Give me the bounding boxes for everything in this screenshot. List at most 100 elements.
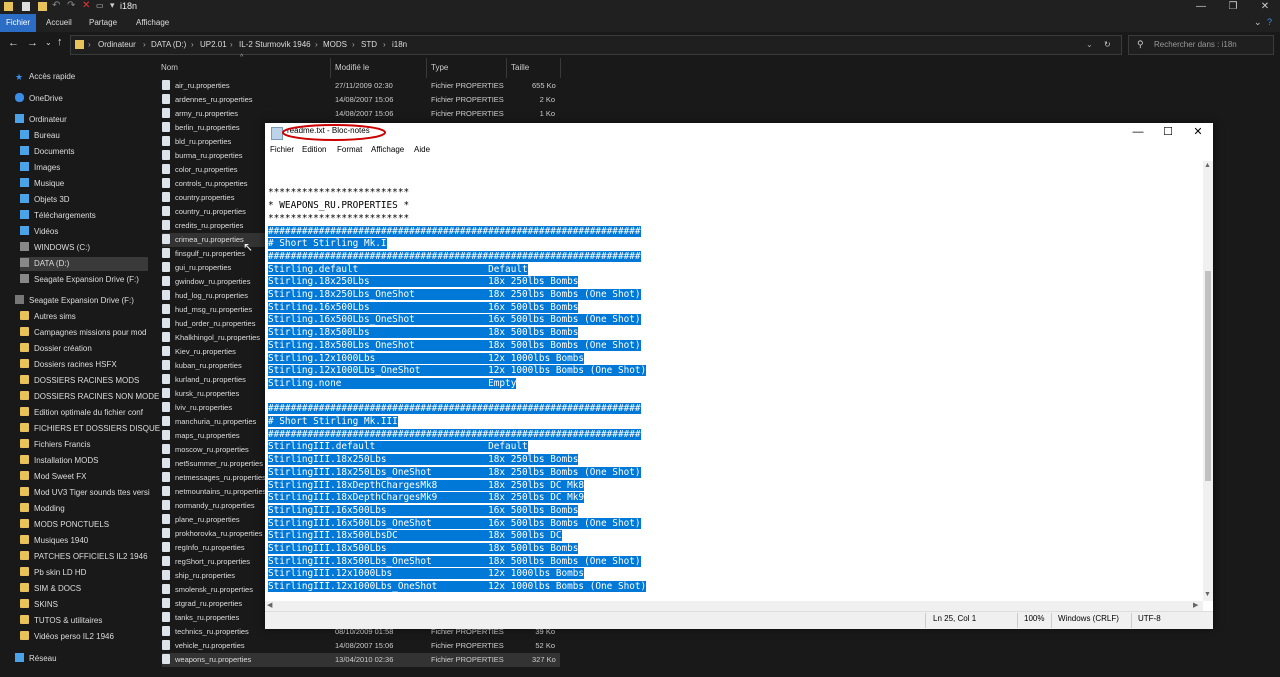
nav-item-seagate-12[interactable]: Modding — [20, 502, 65, 516]
nav-item-0[interactable]: Bureau — [20, 129, 148, 143]
breadcrumb-i18n[interactable]: i18n — [392, 36, 407, 54]
new-folder-icon[interactable] — [38, 2, 47, 11]
nav-item-seagate-17[interactable]: SIM & DOCS — [20, 582, 81, 596]
nav-item-seagate-16[interactable]: Pb skin LD HD — [20, 566, 86, 580]
nav-item-seagate-8[interactable]: Fichiers Francis — [20, 438, 90, 452]
nav-ordinateur[interactable]: Ordinateur — [15, 113, 67, 127]
breadcrumb-chevron-icon[interactable]: › — [143, 36, 146, 54]
redo-icon[interactable]: ↷ — [67, 0, 75, 11]
nav-item-seagate-18[interactable]: SKINS — [20, 598, 58, 612]
nav-item-seagate-20[interactable]: Vidéos perso IL2 1946 — [20, 630, 114, 644]
menu-format[interactable]: Format — [337, 145, 362, 154]
horizontal-scrollbar[interactable]: ◀ ▶ — [265, 601, 1203, 611]
nav-item-1[interactable]: Documents — [20, 145, 148, 159]
column-separator[interactable] — [426, 58, 427, 78]
nav-item-seagate-3[interactable]: Dossiers racines HSFX — [20, 358, 117, 372]
nav-item-seagate-6[interactable]: Edition optimale du fichier conf — [20, 406, 143, 420]
breadcrumb-chevron-icon[interactable]: › — [352, 36, 355, 54]
help-icon[interactable]: ? — [1267, 17, 1272, 27]
menu-aide[interactable]: Aide — [414, 145, 430, 154]
nav-quick-access[interactable]: ★ Accès rapide — [15, 70, 75, 84]
nav-item-7[interactable]: WINDOWS (C:) — [20, 241, 148, 255]
tab-partage[interactable]: Partage — [83, 14, 123, 32]
minimize-icon[interactable]: — — [1186, 0, 1216, 14]
breadcrumb-ordinateur[interactable]: Ordinateur — [98, 36, 136, 54]
column-header-size[interactable]: Taille — [511, 60, 529, 76]
breadcrumb-std[interactable]: STD — [361, 36, 377, 54]
menu-edition[interactable]: Edition — [302, 145, 326, 154]
nav-item-seagate-0[interactable]: Autres sims — [20, 310, 76, 324]
recent-locations-icon[interactable]: ⌄ — [45, 38, 52, 47]
breadcrumb-up201[interactable]: UP2.01 — [200, 36, 227, 54]
breadcrumb-chevron-icon[interactable]: › — [191, 36, 194, 54]
nav-item-4[interactable]: Objets 3D — [20, 193, 148, 207]
nav-item-2[interactable]: Images — [20, 161, 148, 175]
nav-item-8[interactable]: DATA (D:) — [20, 257, 148, 271]
scroll-up-icon[interactable]: ▲ — [1204, 162, 1211, 169]
delete-icon[interactable]: ✕ — [82, 0, 90, 11]
notepad-maximize-icon[interactable]: ☐ — [1153, 123, 1183, 141]
breadcrumb-chevron-icon[interactable]: › — [230, 36, 233, 54]
nav-seagate[interactable]: Seagate Expansion Drive (F:) — [15, 294, 134, 308]
tab-accueil[interactable]: Accueil — [40, 14, 78, 32]
address-bar[interactable]: › Ordinateur › DATA (D:) › UP2.01 › IL-2… — [70, 35, 1122, 55]
scroll-right-icon[interactable]: ▶ — [1193, 601, 1198, 609]
menu-fichier[interactable]: Fichier — [270, 145, 294, 154]
nav-item-9[interactable]: Seagate Expansion Drive (F:) — [20, 273, 148, 287]
column-separator[interactable] — [560, 58, 561, 78]
scroll-down-icon[interactable]: ▼ — [1204, 591, 1211, 598]
undo-icon[interactable]: ↶ — [52, 0, 60, 11]
file-row[interactable]: vehicle_ru.properties 14/08/2007 15:06 Fic… — [162, 639, 560, 653]
tab-affichage[interactable]: Affichage — [130, 14, 175, 32]
breadcrumb-chevron-icon[interactable]: › — [88, 36, 91, 54]
back-icon[interactable]: ← — [8, 37, 19, 49]
nav-item-seagate-2[interactable]: Dossier création — [20, 342, 92, 356]
nav-item-seagate-14[interactable]: Musiques 1940 — [20, 534, 88, 548]
column-header-modified[interactable]: Modifié le — [335, 60, 369, 76]
nav-item-seagate-10[interactable]: Mod Sweet FX — [20, 470, 86, 484]
nav-item-seagate-11[interactable]: Mod UV3 Tiger sounds ttes versi — [20, 486, 150, 500]
nav-item-6[interactable]: Vidéos — [20, 225, 148, 239]
breadcrumb-il2[interactable]: IL-2 Sturmovik 1946 — [239, 36, 311, 54]
ribbon-expand-icon[interactable]: ⌄ — [1254, 17, 1262, 28]
nav-onedrive[interactable]: OneDrive — [15, 92, 63, 106]
refresh-icon[interactable]: ↻ — [1104, 36, 1111, 54]
up-icon[interactable]: ↑ — [57, 36, 63, 48]
maximize-icon[interactable]: ❐ — [1218, 0, 1248, 14]
column-separator[interactable] — [506, 58, 507, 78]
file-row[interactable]: army_ru.properties 14/08/2007 15:06 Fichie… — [162, 107, 560, 121]
nav-item-seagate-9[interactable]: Installation MODS — [20, 454, 98, 468]
nav-item-seagate-4[interactable]: DOSSIERS RACINES MODS — [20, 374, 139, 388]
nav-item-seagate-13[interactable]: MODS PONCTUELS — [20, 518, 109, 532]
breadcrumb-data[interactable]: DATA (D:) — [151, 36, 186, 54]
file-row[interactable]: air_ru.properties 27/11/2009 02:30 Fichier… — [162, 79, 560, 93]
scroll-thumb[interactable] — [1205, 271, 1211, 481]
column-separator[interactable] — [330, 58, 331, 78]
nav-item-seagate-19[interactable]: TUTOS & utilitaires — [20, 614, 102, 628]
forward-icon[interactable]: → — [27, 37, 38, 49]
nav-item-seagate-15[interactable]: PATCHES OFFICIELS IL2 1946 — [20, 550, 148, 564]
search-box[interactable]: ⚲ Rechercher dans : i18n — [1128, 35, 1274, 55]
breadcrumb-chevron-icon[interactable]: › — [315, 36, 318, 54]
address-dropdown-icon[interactable]: ⌄ — [1086, 36, 1093, 54]
scroll-left-icon[interactable]: ◀ — [267, 601, 272, 609]
breadcrumb-chevron-icon[interactable]: › — [383, 36, 386, 54]
nav-item-seagate-1[interactable]: Campagnes missions pour mod — [20, 326, 147, 340]
column-header-name[interactable]: Nom — [161, 60, 178, 76]
notepad-close-icon[interactable]: ✕ — [1183, 123, 1213, 141]
nav-item-3[interactable]: Musique — [20, 177, 148, 191]
rename-icon[interactable]: ▭ — [96, 1, 104, 10]
nav-item-seagate-5[interactable]: DOSSIERS RACINES NON MODE — [20, 390, 159, 404]
tab-fichier[interactable]: Fichier — [0, 14, 37, 32]
properties-icon[interactable] — [22, 2, 30, 11]
text-editor[interactable]: ************************* * WEAPONS_RU.PR… — [265, 161, 1203, 601]
vertical-scrollbar[interactable]: ▲ ▼ — [1203, 161, 1213, 601]
close-icon[interactable]: ✕ — [1250, 0, 1280, 14]
customize-dropdown-icon[interactable]: ▾ — [110, 0, 115, 11]
menu-affichage[interactable]: Affichage — [371, 145, 404, 154]
nav-item-5[interactable]: Téléchargements — [20, 209, 148, 223]
nav-item-seagate-7[interactable]: FICHIERS ET DOSSIERS DISQUE — [20, 422, 160, 436]
file-row[interactable]: weapons_ru.properties 13/04/2010 02:36 Fic… — [162, 653, 560, 667]
notepad-minimize-icon[interactable]: — — [1123, 123, 1153, 141]
nav-reseau[interactable]: Réseau — [15, 652, 57, 666]
